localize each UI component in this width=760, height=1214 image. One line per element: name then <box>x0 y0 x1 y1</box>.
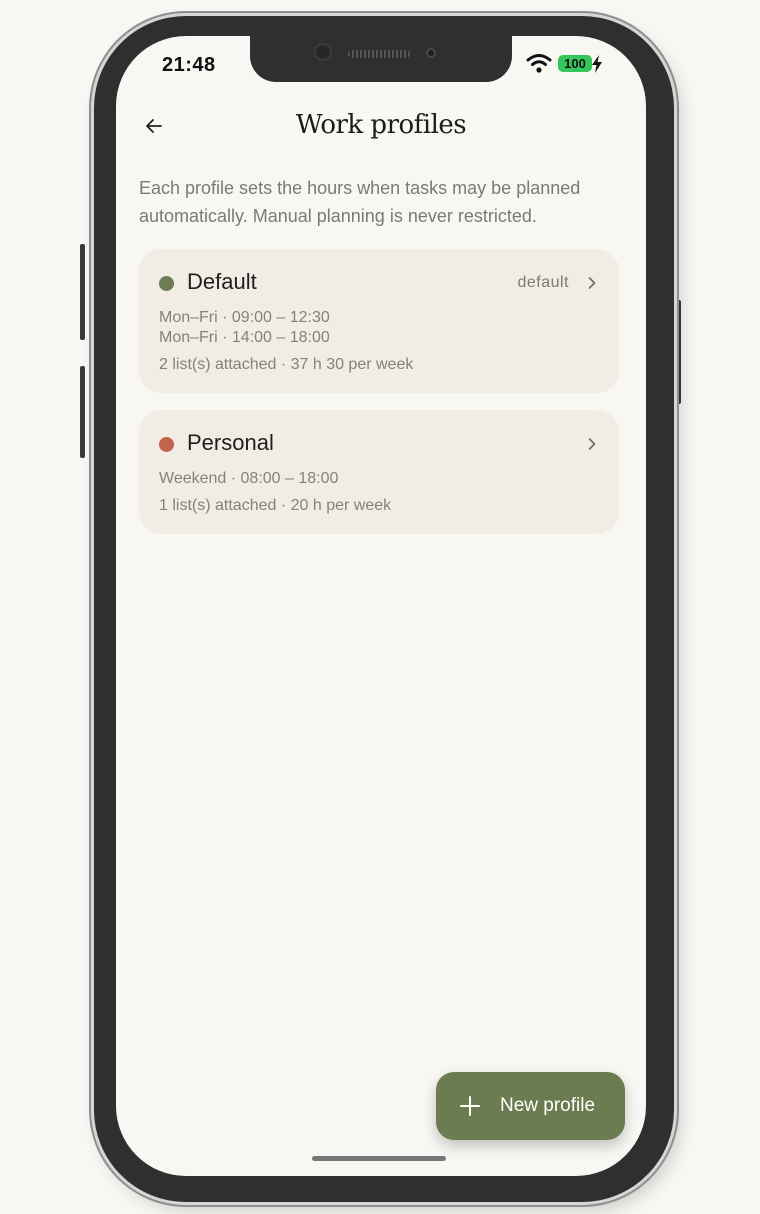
camera-icon <box>314 43 332 61</box>
sensor-icon <box>426 48 436 58</box>
profile-schedule-line: Mon–Fri · 14:00 – 18:00 <box>159 329 330 346</box>
new-profile-button[interactable]: New profile <box>436 1072 625 1140</box>
intro-text: Each profile sets the hours when tasks m… <box>139 178 581 226</box>
new-profile-label: New profile <box>500 1095 596 1116</box>
power-button[interactable] <box>675 300 681 404</box>
wifi-icon <box>526 54 552 73</box>
default-badge: default <box>517 274 569 291</box>
profile-name: Personal <box>187 430 274 455</box>
profile-color-dot <box>159 276 174 291</box>
page-title: Work profiles <box>295 110 467 140</box>
volume-up-button[interactable] <box>80 244 85 340</box>
phone-frame: 21:48 100 Work profiles Each profile set… <box>94 16 674 1202</box>
chevron-right-icon <box>588 438 596 450</box>
chevron-right-icon <box>588 277 596 289</box>
volume-down-button[interactable] <box>80 366 85 458</box>
profile-summary: 1 list(s) attached · 20 h per week <box>159 497 392 514</box>
speaker-grille <box>348 50 410 58</box>
page: 21:48 100 Work profiles Each profile set… <box>0 0 760 1214</box>
profile-card-default[interactable]: Default default Mon–Fri · 09:00 – 12:30 … <box>139 249 619 393</box>
status-time: 21:48 <box>162 54 216 76</box>
phone-screen: 21:48 100 Work profiles Each profile set… <box>116 36 646 1176</box>
profile-name: Default <box>187 269 257 294</box>
profile-card-personal[interactable]: Personal Weekend · 08:00 – 18:00 1 list(… <box>139 410 619 534</box>
profile-color-dot <box>159 437 174 452</box>
battery-indicator: 100 <box>558 55 592 72</box>
bolt-icon <box>592 55 602 73</box>
profile-schedule-line: Mon–Fri · 09:00 – 12:30 <box>159 309 330 326</box>
plus-icon <box>460 1096 480 1116</box>
profile-schedule-line: Weekend · 08:00 – 18:00 <box>159 470 339 487</box>
home-indicator[interactable] <box>312 1156 446 1161</box>
profile-summary: 2 list(s) attached · 37 h 30 per week <box>159 356 414 373</box>
notch <box>250 36 512 82</box>
